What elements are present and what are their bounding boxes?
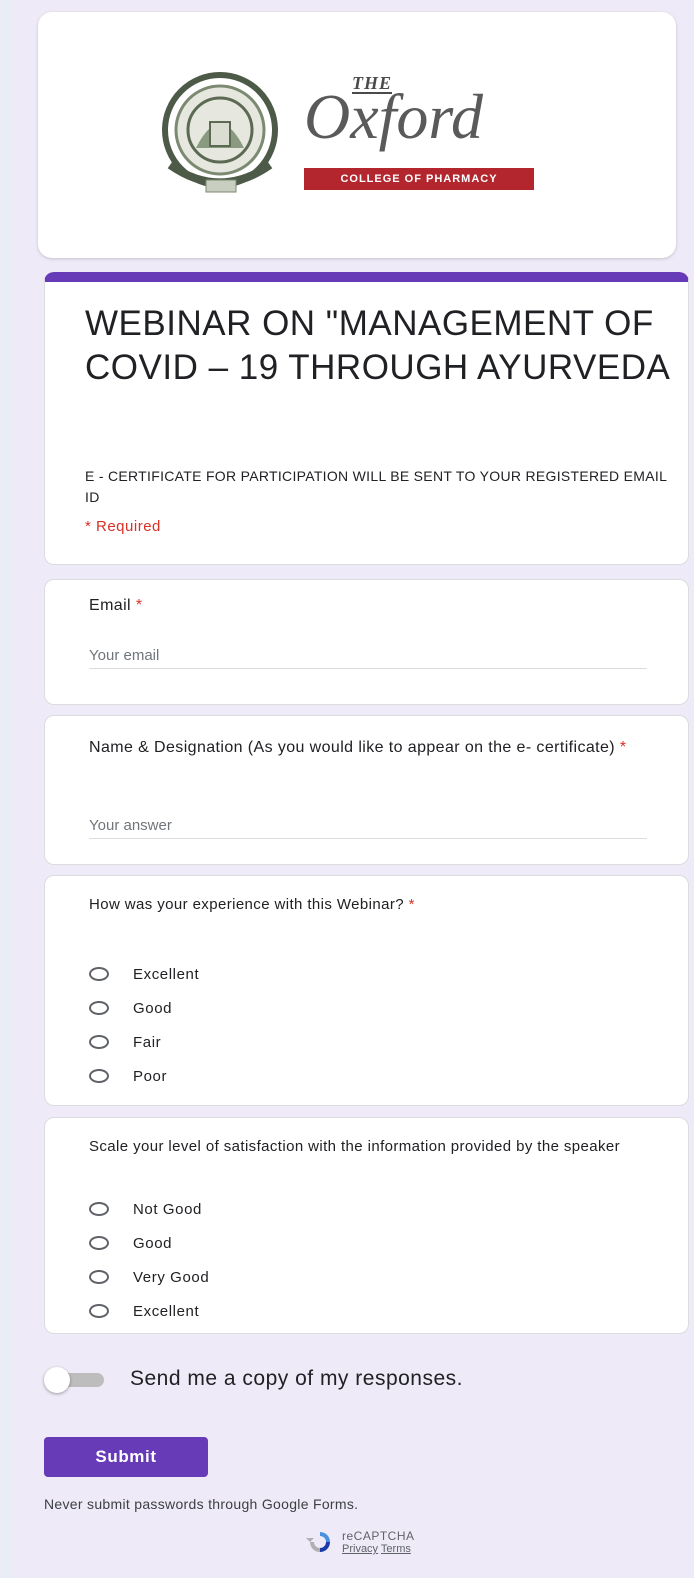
logo-wordmark: Oxford — [304, 81, 483, 152]
option-label: Excellent — [133, 965, 200, 983]
name-designation-input[interactable] — [89, 812, 647, 839]
experience-label: How was your experience with this Webina… — [89, 896, 415, 913]
recaptcha-badge: reCAPTCHA Privacy Terms — [306, 1530, 415, 1556]
satisfaction-option-good[interactable]: Good — [89, 1231, 172, 1255]
experience-option-good[interactable]: Good — [89, 996, 172, 1020]
satisfaction-option-not-good[interactable]: Not Good — [89, 1197, 202, 1221]
privacy-link[interactable]: Privacy — [342, 1543, 378, 1555]
email-question-card: Email * — [44, 579, 689, 705]
recaptcha-icon — [306, 1532, 330, 1552]
radio-button[interactable] — [89, 1236, 109, 1250]
name-label: Name & Designation (As you would like to… — [89, 739, 627, 756]
form-title: WEBINAR ON "MANAGEMENT OF COVID – 19 THR… — [85, 304, 671, 387]
radio-button[interactable] — [89, 1069, 109, 1083]
radio-button[interactable] — [89, 1001, 109, 1015]
college-logo: THE Oxford COLLEGE OF PHARMACY — [304, 70, 544, 190]
radio-button[interactable] — [89, 1035, 109, 1049]
terms-link[interactable]: Terms — [381, 1543, 411, 1555]
radio-button[interactable] — [89, 1202, 109, 1216]
experience-question-card: How was your experience with this Webina… — [44, 875, 689, 1106]
logo-college: COLLEGE OF PHARMACY — [304, 168, 534, 190]
option-label: Very Good — [133, 1268, 210, 1286]
experience-option-excellent[interactable]: Excellent — [89, 962, 199, 986]
name-question-card: Name & Designation (As you would like to… — [44, 715, 689, 865]
option-label: Not Good — [133, 1200, 203, 1218]
option-label: Good — [133, 999, 173, 1017]
experience-option-fair[interactable]: Fair — [89, 1030, 161, 1054]
radio-button[interactable] — [89, 1304, 109, 1318]
send-copy-toggle[interactable] — [44, 1367, 106, 1393]
experience-option-poor[interactable]: Poor — [89, 1064, 167, 1088]
option-label: Good — [133, 1234, 173, 1252]
satisfaction-question-card: Scale your level of satisfaction with th… — [44, 1117, 689, 1334]
option-label: Poor — [133, 1067, 168, 1085]
email-label: Email * — [89, 597, 143, 614]
toggle-knob[interactable] — [44, 1367, 70, 1393]
satisfaction-option-very-good[interactable]: Very Good — [89, 1265, 209, 1289]
password-warning: Never submit passwords through Google Fo… — [44, 1496, 359, 1512]
recaptcha-links: Privacy Terms — [342, 1543, 415, 1556]
radio-button[interactable] — [89, 967, 109, 981]
option-label: Excellent — [133, 1302, 200, 1320]
satisfaction-label: Scale your level of satisfaction with th… — [89, 1138, 621, 1155]
radio-button[interactable] — [89, 1270, 109, 1284]
send-copy-label: Send me a copy of my responses. — [130, 1367, 463, 1390]
left-strip — [0, 0, 12, 1578]
email-input[interactable] — [89, 642, 647, 669]
send-copy-row[interactable]: Send me a copy of my responses. — [44, 1367, 463, 1393]
header-banner: THE Oxford COLLEGE OF PHARMACY — [38, 12, 676, 258]
option-label: Fair — [133, 1033, 162, 1051]
college-seal-icon — [162, 72, 278, 193]
required-note: * Required — [85, 518, 161, 535]
submit-button[interactable]: Submit — [44, 1437, 208, 1477]
form-description: E - CERTIFICATE FOR PARTICIPATION WILL B… — [85, 468, 667, 505]
form-header-card: WEBINAR ON "MANAGEMENT OF COVID – 19 THR… — [44, 272, 689, 565]
satisfaction-option-excellent[interactable]: Excellent — [89, 1299, 199, 1323]
recaptcha-label: reCAPTCHA — [342, 1529, 415, 1543]
